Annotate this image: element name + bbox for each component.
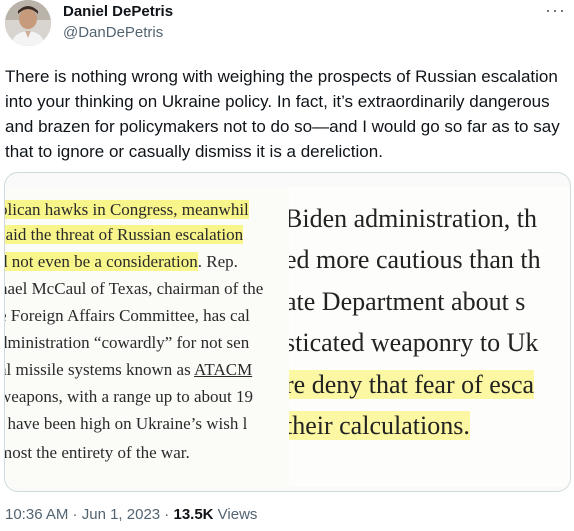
author-handle[interactable]: @DanDePetris bbox=[63, 24, 163, 41]
tweet-footer: 10:36 AM · Jun 1, 2023 · 13.5K Views bbox=[5, 506, 257, 523]
clip-left-line-9: , have been high on Ukraine’s wish l bbox=[5, 414, 248, 433]
clip-left-line-4: nael McCaul of Texas, chairman of the bbox=[5, 279, 264, 298]
clip-right-line-4: sticated weaponry to Uk bbox=[289, 328, 539, 357]
views-count[interactable]: 13.5K bbox=[173, 506, 213, 523]
views-label: Views bbox=[213, 506, 258, 523]
clip-left-line-6: dministration “cowardly” for not sen bbox=[5, 333, 250, 352]
author-display-name[interactable]: Daniel DePetris bbox=[63, 3, 173, 20]
clip-right-line-5: re deny that fear of esca bbox=[289, 370, 535, 400]
clip-left-line-5: e Foreign Affairs Committee, has cal bbox=[5, 306, 250, 325]
avatar[interactable] bbox=[5, 0, 51, 46]
clip-right-line-2: ed more cautious than th bbox=[289, 245, 541, 274]
article-clipping-right: Biden administration, th ed more cautiou… bbox=[289, 187, 570, 487]
tweet-text: There is nothing wrong with weighing the… bbox=[5, 67, 560, 161]
clip-right-line-3: ate Department about s bbox=[289, 287, 526, 316]
footer-separator: · bbox=[68, 506, 82, 523]
clip-left-line-2: said the threat of Russian escalation bbox=[5, 224, 244, 246]
clip-left-line-1: blican hawks in Congress, meanwhil bbox=[5, 199, 249, 221]
more-options-icon[interactable]: ··· bbox=[545, 0, 566, 21]
tweet-date[interactable]: Jun 1, 2023 bbox=[82, 506, 160, 523]
clip-left-line-10: most the entirety of the war. bbox=[5, 443, 190, 462]
clip-left-line-3: d not even be a consideration. Rep. bbox=[5, 251, 238, 273]
tweet-time[interactable]: 10:36 AM bbox=[5, 506, 68, 523]
clip-left-line-7: al missile systems known as ATACM bbox=[5, 360, 253, 379]
clip-left-line-8: weapons, with a range up to about 19 bbox=[5, 387, 253, 406]
article-clipping-left: blican hawks in Congress, meanwhil said … bbox=[5, 187, 289, 487]
footer-separator-2: · bbox=[160, 506, 174, 523]
tweet-header: Daniel DePetris @DanDePetris ··· bbox=[0, 0, 574, 60]
avatar-image bbox=[5, 0, 51, 46]
tweet-media[interactable]: blican hawks in Congress, meanwhil said … bbox=[4, 172, 571, 492]
clip-right-line-6: their calculations. bbox=[289, 411, 470, 441]
clip-right-line-1: Biden administration, th bbox=[289, 204, 538, 233]
